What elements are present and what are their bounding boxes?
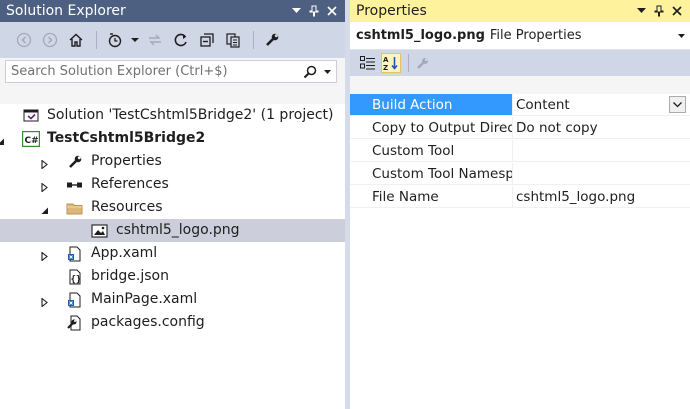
collapsed-arrow-icon[interactable] (41, 295, 49, 311)
solution-explorer-title: Solution Explorer (6, 3, 126, 19)
property-name: Copy to Output Directory (350, 117, 512, 139)
properties-wrench-icon[interactable] (260, 28, 284, 52)
collapsed-arrow-icon[interactable] (41, 249, 49, 265)
home-icon[interactable] (64, 28, 88, 52)
config-file-icon (66, 314, 84, 331)
toolbar-separator (408, 54, 409, 72)
back-icon[interactable] (12, 28, 36, 52)
property-row[interactable]: Custom Tool (350, 140, 690, 163)
toolbar-separator (96, 31, 97, 49)
tree-item-bridge[interactable]: {} bridge.json (0, 265, 345, 288)
property-name: Custom Tool (350, 140, 512, 162)
tree-item-label: References (91, 176, 169, 192)
tree-item-mainpage[interactable]: MainPage.xaml (0, 288, 345, 311)
tree-item-label: bridge.json (91, 268, 169, 284)
object-type: File Properties (489, 28, 582, 43)
solution-tree: Solution 'TestCshtml5Bridge2' (1 project… (0, 104, 345, 409)
tree-item-label: Resources (91, 199, 163, 215)
alphabetical-icon[interactable]: AZ (381, 53, 401, 73)
property-pages-icon[interactable] (413, 53, 433, 73)
tree-item-resources[interactable]: Resources (0, 196, 345, 219)
window-position-dropdown-icon[interactable] (287, 2, 305, 20)
tree-item-project[interactable]: C# TestCshtml5Bridge2 (0, 127, 345, 150)
properties-title: Properties (356, 3, 427, 19)
json-file-icon: {} (66, 268, 84, 285)
properties-titlebar[interactable]: Properties (350, 0, 690, 22)
tree-item-solution[interactable]: Solution 'TestCshtml5Bridge2' (1 project… (0, 104, 345, 127)
property-value-text: cshtml5_logo.png (516, 189, 636, 205)
sync-with-document-icon[interactable] (143, 28, 167, 52)
property-value[interactable] (512, 140, 690, 162)
property-name: Build Action (350, 94, 512, 116)
property-value[interactable]: Content (512, 94, 690, 116)
xaml-file-icon (66, 291, 84, 308)
object-name: cshtml5_logo.png (356, 28, 485, 43)
property-row[interactable]: Copy to Output DirectoryDo not copy (350, 117, 690, 140)
search-box (5, 60, 337, 83)
pin-icon[interactable] (650, 2, 668, 20)
collapsed-arrow-icon[interactable] (41, 157, 49, 173)
property-value[interactable]: Do not copy (512, 117, 690, 139)
csharp-project-icon: C# (22, 130, 40, 147)
property-name: File Name (350, 186, 512, 208)
property-row[interactable]: Custom Tool Namespace (350, 163, 690, 186)
solution-explorer-panel: Solution Explorer Solution 'TestCshtml5B… (0, 0, 345, 409)
pin-icon[interactable] (305, 2, 323, 20)
categorized-icon[interactable] (358, 53, 378, 73)
close-icon[interactable] (323, 2, 341, 20)
svg-text:Z: Z (383, 64, 388, 71)
svg-text:{}: {} (71, 275, 82, 285)
tree-item-label: App.xaml (91, 245, 158, 261)
tree-item-label: packages.config (91, 314, 205, 330)
property-name: Custom Tool Namespace (350, 163, 512, 185)
window-position-dropdown-icon[interactable] (632, 2, 650, 20)
references-icon (66, 176, 84, 193)
xaml-file-icon (66, 245, 84, 262)
show-all-files-icon[interactable] (221, 28, 245, 52)
tree-item-label: Properties (91, 153, 162, 169)
folder-icon (66, 199, 84, 216)
refresh-icon[interactable] (169, 28, 193, 52)
properties-toolbar: AZ (350, 50, 690, 76)
tree-item-references[interactable]: References (0, 173, 345, 196)
expanded-arrow-icon[interactable] (41, 203, 49, 219)
image-file-icon (91, 222, 109, 239)
object-selector[interactable]: cshtml5_logo.png File Properties (350, 22, 690, 50)
properties-panel: Properties cshtml5_logo.png File Propert… (350, 0, 690, 409)
property-value-text: Content (516, 97, 570, 113)
property-row[interactable]: Build Action Content (350, 94, 690, 117)
property-value[interactable] (512, 163, 690, 185)
property-value[interactable]: cshtml5_logo.png (512, 186, 690, 208)
wrench-icon (66, 153, 84, 170)
forward-icon[interactable] (38, 28, 62, 52)
collapse-all-icon[interactable] (195, 28, 219, 52)
tree-item-label: MainPage.xaml (91, 291, 198, 307)
solution-icon (22, 107, 40, 124)
svg-text:A: A (383, 56, 389, 64)
close-icon[interactable] (668, 2, 686, 20)
dropdown-arrow-icon[interactable] (669, 96, 686, 113)
expanded-arrow-icon[interactable] (0, 134, 5, 150)
search-options-dropdown-icon[interactable] (320, 63, 334, 81)
solution-explorer-titlebar[interactable]: Solution Explorer (0, 0, 345, 22)
tree-item-logo[interactable]: cshtml5_logo.png (0, 219, 345, 242)
tree-item-label: Solution 'TestCshtml5Bridge2' (1 project… (47, 107, 334, 123)
filter-dropdown-icon[interactable] (129, 28, 141, 52)
property-grid: Build ActionContentCopy to Output Direct… (350, 94, 690, 409)
tree-item-app[interactable]: App.xaml (0, 242, 345, 265)
pending-changes-filter-icon[interactable] (103, 28, 127, 52)
tree-item-packages[interactable]: packages.config (0, 311, 345, 334)
tree-item-label: TestCshtml5Bridge2 (47, 130, 206, 146)
collapsed-arrow-icon[interactable] (41, 180, 49, 196)
search-icon[interactable] (300, 63, 320, 81)
object-selector-dropdown-icon[interactable] (672, 31, 690, 41)
svg-text:C#: C# (25, 136, 39, 146)
property-row[interactable]: File Name cshtml5_logo.png (350, 186, 690, 209)
search-input[interactable] (6, 63, 300, 80)
tree-item-label: cshtml5_logo.png (116, 222, 240, 238)
solution-explorer-toolbar (0, 22, 345, 58)
tree-item-properties[interactable]: Properties (0, 150, 345, 173)
property-value-text: Do not copy (516, 120, 598, 136)
toolbar-separator (253, 31, 254, 49)
